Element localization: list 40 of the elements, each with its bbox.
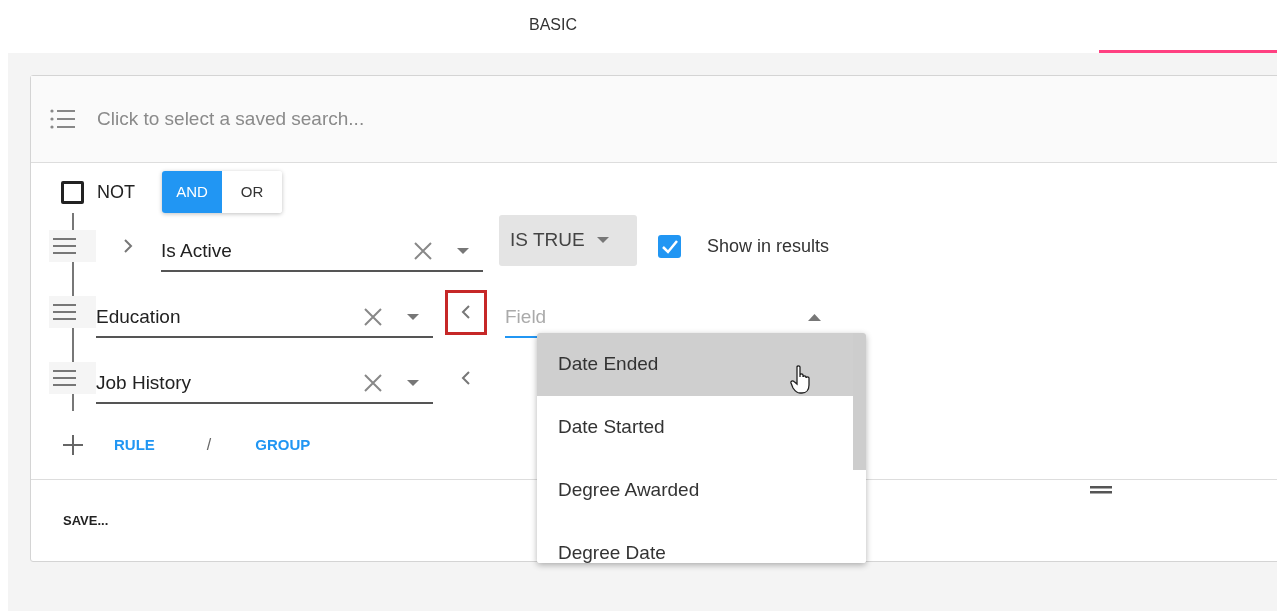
placeholder-text: Click to select a saved search... (97, 106, 365, 131)
not-checkbox[interactable] (61, 180, 84, 204)
field-select[interactable]: Education (96, 298, 433, 338)
operator-select[interactable]: IS TRUE (499, 214, 637, 266)
dropdown-caret-icon[interactable] (407, 314, 419, 320)
drag-handle-icon[interactable] (49, 362, 96, 394)
conjunction-toggle[interactable]: OR (222, 171, 282, 213)
field-value: Education (96, 304, 182, 329)
field-value: Job History (96, 370, 193, 395)
clear-icon[interactable] (413, 241, 433, 261)
dropdown-option[interactable]: Date Ended (537, 333, 853, 396)
hand-cursor-icon (790, 365, 812, 395)
chevron-left-icon (461, 370, 471, 386)
clear-icon[interactable] (363, 307, 383, 327)
list-icon (49, 108, 75, 130)
dropdown-option[interactable]: Degree Date (537, 522, 853, 563)
drag-handle-icon[interactable] (49, 230, 96, 262)
checkbox-label: Show in results (707, 234, 830, 258)
checkbox[interactable] (658, 234, 681, 258)
placeholder-text: Field (505, 304, 548, 329)
field-select[interactable]: Is Active (161, 232, 483, 272)
operator-value: IS TRUE (510, 227, 585, 252)
dropdown-caret-icon[interactable] (808, 313, 821, 321)
tab[interactable]: BASIC (470, 0, 636, 53)
drag-handle-icon[interactable] (49, 296, 96, 328)
add-icon[interactable] (62, 435, 83, 455)
not-label: NOT (97, 181, 135, 204)
save-button[interactable]: SAVE... (62, 506, 110, 535)
separator-text: / (206, 435, 212, 455)
clear-icon[interactable] (363, 373, 383, 393)
field-select[interactable]: Job History (96, 364, 433, 404)
drag-handle-icon[interactable] (1090, 486, 1112, 494)
dropdown-caret-icon[interactable] (457, 248, 469, 254)
chevron-left-icon (461, 304, 471, 320)
field-value: Is Active (161, 238, 233, 263)
collapse-toggle[interactable] (445, 289, 487, 335)
dropdown-caret-icon[interactable] (407, 380, 419, 386)
chevron-right-icon[interactable] (123, 238, 133, 254)
scrollbar-thumb[interactable] (853, 333, 866, 470)
dropdown-caret-icon (596, 237, 609, 243)
